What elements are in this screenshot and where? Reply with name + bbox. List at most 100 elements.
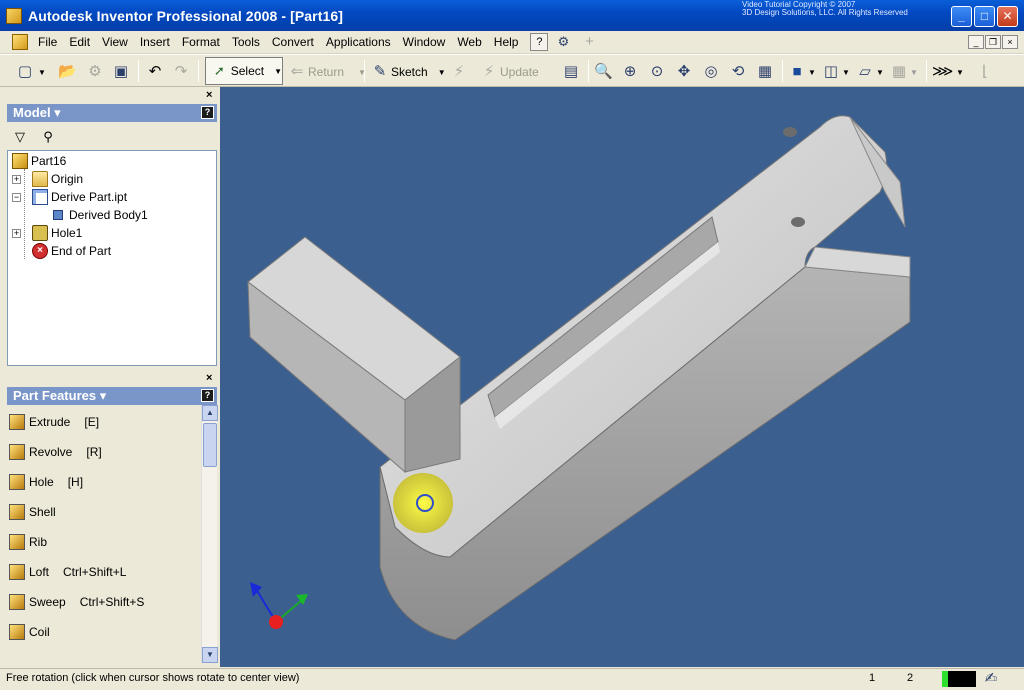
menu-file[interactable]: File	[32, 35, 63, 49]
tree-label-derived-body: Derived Body1	[69, 208, 148, 222]
feature-extrude[interactable]: Extrude [E]	[9, 410, 99, 434]
expand-origin-icon[interactable]: +	[12, 175, 21, 184]
zoom-all-icon[interactable]: 🔍	[594, 61, 613, 83]
rotate-icon[interactable]: ⟲	[729, 61, 747, 83]
menu-insert[interactable]: Insert	[134, 35, 176, 49]
return-button[interactable]: ⇐ Return ▼	[288, 61, 366, 83]
mount-hole-2	[791, 217, 805, 227]
menu-tools[interactable]: Tools	[226, 35, 266, 49]
status-bar: Free rotation (click when cursor shows r…	[0, 668, 1024, 690]
camera-view-icon[interactable]: ◫ ▼	[822, 61, 850, 83]
select-button[interactable]: ➚ Select ▼	[205, 57, 283, 85]
features-pane-header[interactable]: Part Features ▾ ?	[7, 387, 217, 405]
tree-item-part16[interactable]: Part16	[12, 152, 66, 170]
menu-help[interactable]: Help	[488, 35, 525, 49]
feature-loft[interactable]: Loft Ctrl+Shift+L	[9, 560, 126, 584]
model-pane-header[interactable]: Model ▾ ?	[7, 104, 217, 122]
model-pane-title: Model ▾	[13, 105, 61, 120]
ground-shadow-icon[interactable]: ▱ ▼	[856, 61, 884, 83]
help-question-icon[interactable]: ?	[530, 33, 549, 51]
new-file-icon[interactable]: ▢ ▼	[16, 61, 46, 83]
feature-shell[interactable]: Shell	[9, 500, 56, 524]
menu-edit[interactable]: Edit	[63, 35, 96, 49]
menu-format[interactable]: Format	[176, 35, 226, 49]
tree-item-end-of-part[interactable]: × End of Part	[32, 242, 111, 260]
window-title: Autodesk Inventor Professional 2008 - [P…	[28, 7, 344, 24]
whats-this-icon[interactable]: ⚙	[554, 33, 572, 51]
sketch-icon: ✎	[373, 63, 387, 80]
find-icon[interactable]: ⚲	[39, 128, 57, 146]
analysis-icon[interactable]: ⋙ ▼	[932, 61, 964, 83]
menu-window[interactable]: Window	[397, 35, 452, 49]
feature-rib[interactable]: Rib	[9, 530, 47, 554]
sketch-button[interactable]: ✎ Sketch ▼	[371, 61, 446, 83]
close-button[interactable]: ✕	[997, 6, 1018, 27]
model-help-icon[interactable]: ?	[201, 106, 214, 119]
extrude-icon	[9, 414, 25, 430]
collapse-derive-icon[interactable]: −	[12, 193, 21, 202]
menu-web[interactable]: Web	[451, 35, 487, 49]
features-scrollbar[interactable]: ▲ ▼	[201, 405, 218, 663]
feature-label-shell: Shell	[29, 505, 56, 519]
slice-graphics-icon[interactable]: ⌊	[976, 61, 994, 83]
tree-connector-lines	[24, 169, 25, 259]
model-pane-close-icon[interactable]: ×	[206, 89, 212, 101]
mount-hole-1	[783, 127, 797, 137]
sweep-icon	[9, 594, 25, 610]
watermark-line-2: 3D Design Solutions, LLC. All Rights Res…	[742, 8, 908, 17]
feature-coil[interactable]: Coil	[9, 620, 50, 644]
tree-item-origin[interactable]: Origin	[32, 170, 83, 188]
feature-revolve[interactable]: Revolve [R]	[9, 440, 102, 464]
zoom-icon[interactable]: ⊙	[648, 61, 666, 83]
redo-icon[interactable]: ↷	[172, 61, 190, 83]
features-help-icon[interactable]: ?	[201, 389, 214, 402]
menu-applications[interactable]: Applications	[320, 35, 397, 49]
scroll-up-icon[interactable]: ▲	[202, 405, 218, 421]
hole-feature-icon	[9, 474, 25, 490]
look-at-icon[interactable]: ▦	[756, 61, 774, 83]
features-pane-close-icon[interactable]: ×	[206, 372, 212, 384]
scroll-down-icon[interactable]: ▼	[202, 647, 218, 663]
display-mode-icon[interactable]: ■ ▼	[788, 61, 815, 83]
graphics-viewport[interactable]	[220, 87, 1024, 667]
open-file-icon[interactable]: 📂	[58, 61, 77, 83]
doc-close-button[interactable]: ×	[1002, 35, 1018, 49]
part-features-panel: Extrude [E] Revolve [R] Hole [H] Shell R…	[7, 405, 217, 663]
tree-label-part16: Part16	[31, 154, 67, 168]
doc-restore-button[interactable]: ❐	[985, 35, 1001, 49]
menu-convert[interactable]: Convert	[266, 35, 320, 49]
local-update-icon[interactable]: ⚡	[450, 61, 468, 83]
minimize-button[interactable]: _	[951, 6, 972, 27]
pan-icon[interactable]: ✥	[675, 61, 693, 83]
undo-icon[interactable]: ↶	[146, 61, 164, 83]
select-dropdown-icon[interactable]: ▼	[274, 67, 282, 76]
menu-view[interactable]: View	[96, 35, 134, 49]
tree-label-origin: Origin	[51, 172, 84, 186]
feature-sweep[interactable]: Sweep Ctrl+Shift+S	[9, 590, 144, 614]
tree-item-derived-body[interactable]: Derived Body1	[50, 206, 148, 224]
return-label: Return	[308, 65, 345, 79]
zoom-window-icon[interactable]: ⊕	[621, 61, 639, 83]
update-button[interactable]: ⚡ Update	[480, 61, 539, 83]
tree-label-derive-part: Derive Part.ipt	[51, 190, 128, 204]
memory-meter	[942, 671, 976, 687]
scroll-thumb[interactable]	[203, 423, 217, 467]
feature-hole[interactable]: Hole [H]	[9, 470, 83, 494]
doc-minimize-button[interactable]: _	[968, 35, 984, 49]
add-icon[interactable]: +	[580, 33, 598, 51]
filter-icon[interactable]: ▽	[11, 128, 29, 146]
inventor-app-icon[interactable]	[6, 7, 22, 24]
maximize-button[interactable]: □	[974, 6, 995, 27]
project-icon[interactable]: ⚙	[86, 61, 104, 83]
save-icon[interactable]: ▣	[112, 61, 130, 83]
document-icon[interactable]	[12, 34, 28, 50]
sketch-dropdown-icon[interactable]: ▼	[438, 68, 446, 77]
zoom-selected-icon[interactable]: ◎	[702, 61, 720, 83]
expand-hole-icon[interactable]: +	[12, 229, 21, 238]
tree-item-hole1[interactable]: Hole1	[32, 224, 82, 242]
sketch-label: Sketch	[391, 65, 428, 79]
section-view-icon[interactable]: ▦ ▼	[890, 61, 918, 83]
loft-icon	[9, 564, 25, 580]
tree-item-derive-part[interactable]: Derive Part.ipt	[32, 188, 127, 206]
parameters-icon[interactable]: ▤	[562, 61, 580, 83]
